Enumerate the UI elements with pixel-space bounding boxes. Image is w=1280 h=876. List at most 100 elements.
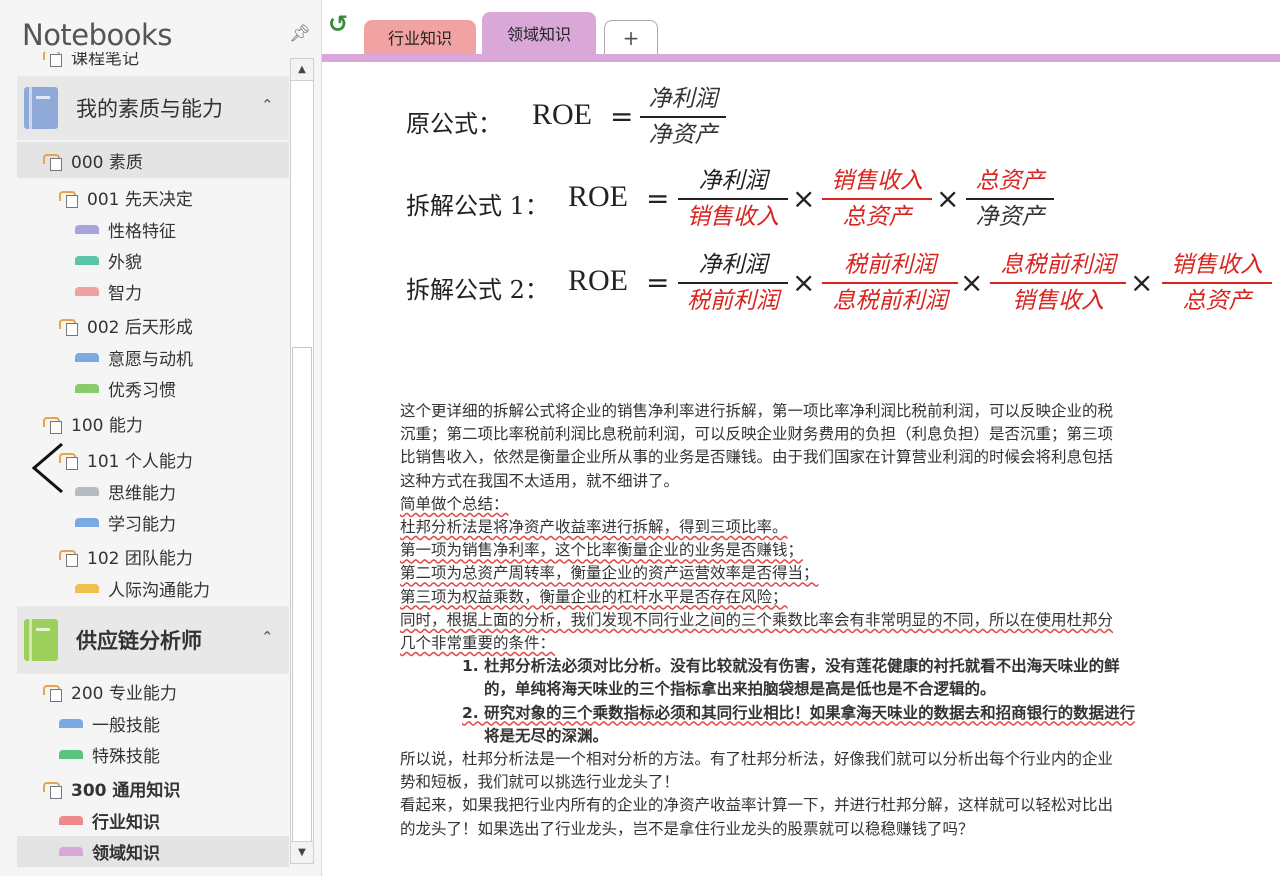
notebooks-pane: Notebooks 📌︎ 课程笔记 我的素质与能力 ⌃ 000 素质 001 先… — [0, 0, 322, 876]
list-item: 2. 研究对象的三个乘数指标必须和其同行业相比！如果拿海天味业的数据去和招商银行… — [462, 703, 1136, 722]
section-color-icon — [75, 287, 99, 296]
collapse-icon[interactable]: ⌃ — [261, 96, 274, 114]
active-section-bar — [322, 54, 1280, 62]
paragraph: 的龙头了！如果选出了行业龙头，岂不是拿住行业龙头的股票就可以稳稳赚钱了吗？ — [400, 819, 974, 838]
fraction-pretax-ebit: 税前利润 息税前利润 — [822, 248, 958, 318]
paragraph: 看起来，如果我把行业内所有的企业的净资产收益率计算一下，并进行杜邦分解，这样就可… — [400, 796, 1114, 815]
section-group-icon — [59, 548, 81, 567]
chevron-left-icon[interactable] — [28, 440, 68, 496]
equals-sign: = — [646, 182, 670, 215]
section-group-100[interactable]: 100 能力 — [17, 406, 289, 440]
roe-text: ROE — [568, 180, 628, 213]
section-intelligence[interactable]: 智力 — [17, 276, 289, 307]
section-color-icon — [75, 384, 99, 393]
section-group-000[interactable]: 000 素质 — [17, 142, 289, 178]
list-item-continued: 将是无尽的深渊。 — [484, 726, 609, 745]
roe-text: ROE — [568, 264, 628, 297]
note-body[interactable]: 这个更详细的拆解公式将企业的销售净利率进行拆解，第一项比率净利润比税前利润，可以… — [400, 400, 1280, 841]
section-group-icon — [59, 317, 81, 336]
paragraph: 这个更详细的拆解公式将企业的销售净利率进行拆解，第一项比率净利润比税前利润，可以… — [400, 402, 1114, 420]
fraction-ta-na: 总资产 净资产 — [966, 164, 1054, 234]
fraction-np-pretax: 净利润 税前利润 — [678, 248, 788, 318]
section-general-skills[interactable]: 一般技能 — [17, 708, 289, 739]
section-color-icon — [75, 487, 99, 496]
pin-icon[interactable]: 📌︎ — [289, 24, 311, 44]
section-group-icon — [43, 683, 65, 702]
list-item: 1. 杜邦分析法必须对比分析。没有比较就没有伤害，没有莲花健康的衬托就看不出海天… — [462, 657, 1120, 676]
fraction-ebit-sales: 息税前利润 销售收入 — [990, 248, 1126, 318]
notebook-my-abilities[interactable]: 我的素质与能力 ⌃ — [17, 76, 289, 140]
paragraph: 第二项为总资产周转率，衡量企业的资产运营效率是否得当； — [400, 564, 819, 583]
section-communication[interactable]: 人际沟通能力 — [17, 573, 289, 604]
section-special-skills[interactable]: 特殊技能 — [17, 739, 289, 770]
add-section-button[interactable]: + — [604, 20, 658, 54]
section-good-habits[interactable]: 优秀习惯 — [17, 373, 289, 404]
section-motivation[interactable]: 意愿与动机 — [17, 342, 289, 373]
section-group-001[interactable]: 001 先天决定 — [17, 180, 289, 214]
section-color-icon — [75, 256, 99, 265]
notebook-supply-chain[interactable]: 供应链分析师 ⌃ — [17, 606, 289, 674]
paragraph: 所以说，杜邦分析法是一个相对分析的方法。有了杜邦分析法，好像我们就可以分析出每个… — [400, 750, 1114, 769]
section-color-icon — [59, 750, 83, 759]
section-color-icon — [59, 847, 83, 856]
section-group-icon — [43, 780, 65, 799]
section-tab-bar: ↺ 行业知识 领域知识 + — [322, 0, 1280, 62]
tab-industry-knowledge[interactable]: 行业知识 — [364, 20, 476, 54]
section-group-200[interactable]: 200 专业能力 — [17, 674, 289, 708]
section-group-300[interactable]: 300 通用知识 — [17, 771, 289, 805]
tab-domain-knowledge[interactable]: 领域知识 — [482, 12, 596, 54]
collapse-icon[interactable]: ⌃ — [261, 628, 274, 646]
fraction-np-na: 净利润 净资产 — [640, 82, 726, 152]
paragraph: 简单做个总结： — [400, 494, 509, 513]
section-color-icon — [75, 518, 99, 527]
list-item-continued: 的，单纯将海天味业的三个指标拿出来拍脑袋想是高是低也是不合逻辑的。 — [484, 680, 996, 699]
scroll-down-icon[interactable]: ▼ — [291, 841, 313, 863]
times-sign: × — [1130, 266, 1154, 299]
times-sign: × — [792, 182, 816, 215]
roe-text: ROE — [532, 98, 592, 131]
undo-icon[interactable]: ↺ — [328, 10, 348, 38]
paragraph: 比销售收入，依然是衡量企业所从事的业务是否赚钱。由于我们国家在计算营业利润的时候… — [400, 448, 1114, 467]
page-content[interactable]: 原公式： ROE = 净利润 净资产 拆解公式 1： ROE = 净利润 销售收… — [322, 62, 1280, 876]
notebook-icon — [24, 87, 58, 129]
paragraph: 几个非常重要的条件： — [400, 634, 556, 653]
fraction-sales-ta: 销售收入 总资产 — [822, 164, 932, 234]
section-industry-knowledge[interactable]: 行业知识 — [17, 805, 289, 836]
notebook-icon — [24, 619, 58, 661]
section-group-course-notes[interactable]: 课程笔记 — [17, 52, 289, 69]
times-sign: × — [792, 266, 816, 299]
section-group-002[interactable]: 002 后天形成 — [17, 308, 289, 342]
section-personality[interactable]: 性格特征 — [17, 214, 289, 245]
paragraph: 杜邦分析法是将净资产收益率进行拆解，得到三项比率。 — [400, 518, 788, 537]
section-group-icon — [43, 52, 65, 67]
paragraph: 沉重；第二项比率税前利润比息税前利润，可以反映企业财务费用的负担（利息负担）是否… — [400, 425, 1114, 444]
section-group-icon — [43, 415, 65, 434]
scroll-up-icon[interactable]: ▲ — [291, 59, 313, 81]
fraction-sales-ta: 销售收入 总资产 — [1162, 248, 1272, 318]
times-sign: × — [936, 182, 960, 215]
section-group-102[interactable]: 102 团队能力 — [17, 539, 289, 573]
section-learning[interactable]: 学习能力 — [17, 507, 289, 538]
paragraph: 同时，根据上面的分析，我们发现不同行业之间的三个乘数比率会有非常明显的不同，所以… — [400, 610, 1114, 629]
formula-2-label: 拆解公式 2： — [406, 276, 549, 304]
nav-scrollbar[interactable]: ▲ ▼ — [290, 58, 314, 864]
equals-sign: = — [646, 266, 670, 299]
times-sign: × — [960, 266, 984, 299]
paragraph: 第三项为权益乘数，衡量企业的杠杆水平是否存在风险； — [400, 587, 788, 606]
section-group-icon — [43, 152, 65, 171]
section-color-icon — [75, 584, 99, 593]
section-color-icon — [75, 225, 99, 234]
section-group-icon — [59, 189, 81, 208]
section-color-icon — [59, 719, 83, 728]
scrollbar-thumb[interactable] — [292, 347, 312, 847]
notebooks-title: Notebooks — [22, 18, 172, 52]
section-color-icon — [59, 816, 83, 825]
section-domain-knowledge[interactable]: 领域知识 — [17, 836, 289, 867]
paragraph: 这种方式在我国不太适用，就不细讲了。 — [400, 471, 680, 490]
paragraph: 第一项为销售净利率，这个比率衡量企业的业务是否赚钱； — [400, 541, 804, 560]
paragraph: 势和短板，我们就可以挑选行业龙头了！ — [400, 773, 680, 792]
equals-sign: = — [610, 100, 634, 133]
formula-1-label: 拆解公式 1： — [406, 192, 549, 220]
formula-original-label: 原公式： — [406, 110, 502, 138]
section-appearance[interactable]: 外貌 — [17, 245, 289, 276]
